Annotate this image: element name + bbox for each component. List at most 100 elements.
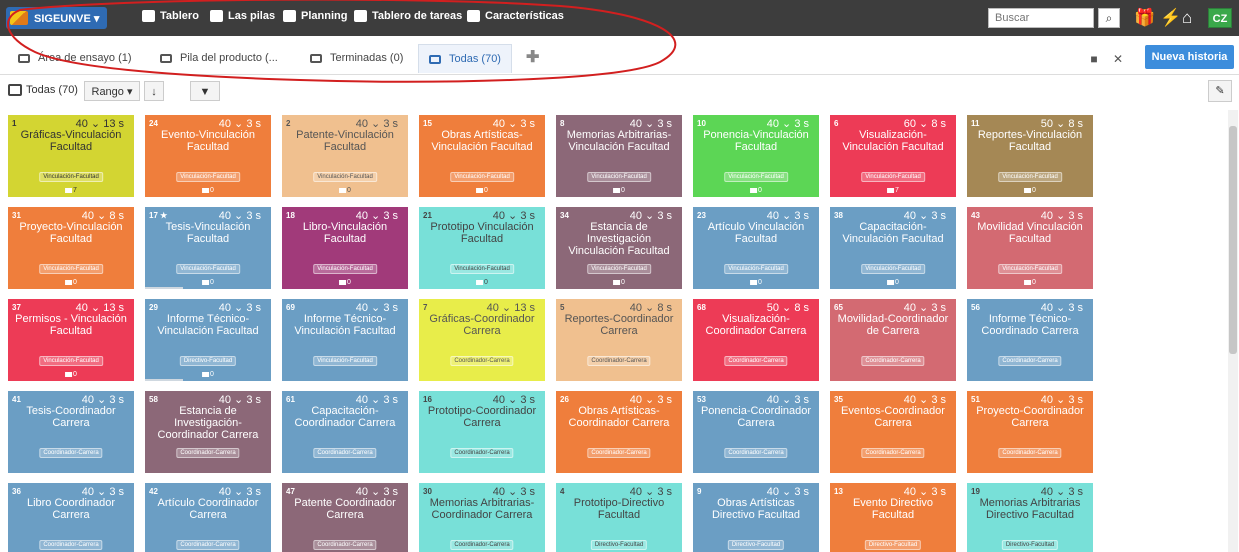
story-tag[interactable]: Vinculación-Facultad [724, 264, 788, 274]
avatar[interactable]: CZ [1208, 8, 1232, 28]
story-tag[interactable]: Vinculación-Facultad [450, 264, 514, 274]
story-tag[interactable]: Coordinador-Carrera [313, 448, 377, 458]
story-card[interactable]: 37 40 ⌄ 13 s Permisos - Vinculación Facult… [8, 299, 134, 381]
story-card[interactable]: 8 40 ⌄ 3 s Memorias Arbitrarias-Vinculació… [556, 115, 682, 197]
story-tag[interactable]: Vinculación-Facultad [313, 172, 377, 182]
story-tag[interactable]: Directivo-Facultad [1001, 540, 1059, 550]
story-tag[interactable]: Vinculación-Facultad [450, 172, 514, 182]
project-selector[interactable]: SIGEUNVE ▾ [6, 7, 108, 29]
nav-tablero[interactable]: Tablero [142, 10, 199, 22]
story-tag[interactable]: Vinculación-Facultad [587, 264, 651, 274]
story-tag[interactable]: Vinculación-Facultad [861, 264, 925, 274]
story-tag[interactable]: Coordinador-Carrera [450, 448, 514, 458]
story-tag[interactable]: Coordinador-Carrera [450, 540, 514, 550]
story-tag[interactable]: Vinculación-Facultad [313, 356, 377, 366]
story-tag[interactable]: Directivo-Facultad [179, 356, 237, 366]
story-card[interactable]: 31 40 ⌄ 8 s Proyecto-Vinculación Facultad V… [8, 207, 134, 289]
story-card[interactable]: 58 40 ⌄ 3 s Estancia de Investigación-Coor… [145, 391, 271, 473]
story-card[interactable]: 41 40 ⌄ 3 s Tesis-Coordinador Carrera Coord… [8, 391, 134, 473]
story-card[interactable]: 4 40 ⌄ 3 s Prototipo-Directivo Facultad Dir… [556, 483, 682, 552]
story-card[interactable]: 61 40 ⌄ 3 s Capacitación-Coordinador Carre… [282, 391, 408, 473]
nav-caracteristicas[interactable]: Características [467, 10, 564, 22]
story-card[interactable]: 10 40 ⌄ 3 s Ponencia-Vinculación Facultad V… [693, 115, 819, 197]
story-card[interactable]: 53 40 ⌄ 3 s Ponencia-Coordinador Carrera Co… [693, 391, 819, 473]
story-card[interactable]: 19 40 ⌄ 3 s Memorias Arbitrarias Directivo… [967, 483, 1093, 552]
story-tag[interactable]: Vinculación-Facultad [39, 172, 103, 182]
story-tag[interactable]: Coordinador-Carrera [998, 356, 1062, 366]
story-tag[interactable]: Vinculación-Facultad [998, 172, 1062, 182]
story-tag[interactable]: Vinculación-Facultad [587, 172, 651, 182]
story-tag[interactable]: Coordinador-Carrera [861, 448, 925, 458]
story-card[interactable]: 35 40 ⌄ 3 s Eventos-Coordinador Carrera Coo… [830, 391, 956, 473]
story-tag[interactable]: Coordinador-Carrera [724, 448, 788, 458]
collapse-icon[interactable]: ✕ [1109, 50, 1127, 68]
story-card[interactable]: 36 40 ⌄ 3 s Libro Coordinador Carrera Coord… [8, 483, 134, 552]
user-filter-icon[interactable]: ▼ [190, 81, 220, 101]
story-card[interactable]: 47 40 ⌄ 3 s Patente Coordinador Carrera Coo… [282, 483, 408, 552]
story-card[interactable]: 18 40 ⌄ 3 s Libro-Vinculación Facultad Vinc… [282, 207, 408, 289]
edit-icon[interactable]: ✎ [1208, 80, 1232, 102]
story-card[interactable]: 21 40 ⌄ 3 s Prototipo Vinculación Facultad… [419, 207, 545, 289]
range-dropdown[interactable]: Rango ▾ [84, 81, 140, 101]
story-card[interactable]: 13 40 ⌄ 3 s Evento Directivo Facultad Direc… [830, 483, 956, 552]
story-card[interactable]: 9 40 ⌄ 3 s Obras Artísticas Directivo Facu… [693, 483, 819, 552]
story-card[interactable]: 34 40 ⌄ 3 s Estancia de Investigación Vinc… [556, 207, 682, 289]
story-tag[interactable]: Vinculación-Facultad [39, 356, 103, 366]
story-tag[interactable]: Coordinador-Carrera [450, 356, 514, 366]
story-card[interactable]: 24 40 ⌄ 3 s Evento-Vinculación Facultad Vin… [145, 115, 271, 197]
story-tag[interactable]: Coordinador-Carrera [998, 448, 1062, 458]
tab-area-de-ensayo[interactable]: Área de ensayo (1) [18, 44, 132, 72]
bolt-icon[interactable]: ⚡ [1160, 9, 1181, 27]
story-tag[interactable]: Coordinador-Carrera [587, 356, 651, 366]
story-card[interactable]: 16 40 ⌄ 3 s Prototipo-Coordinador Carrera C… [419, 391, 545, 473]
story-card[interactable]: 68 50 ⌄ 8 s Visualización-Coordinador Carr… [693, 299, 819, 381]
story-tag[interactable]: Vinculación-Facultad [861, 172, 925, 182]
nav-planning[interactable]: Planning [283, 10, 347, 22]
nav-las-pilas[interactable]: Las pilas [210, 10, 275, 22]
story-tag[interactable]: Vinculación-Facultad [998, 264, 1062, 274]
story-tag[interactable]: Coordinador-Carrera [861, 356, 925, 366]
story-tag[interactable]: Directivo-Facultad [864, 540, 922, 550]
story-card[interactable]: 6 60 ⌄ 8 s Visualización-Vinculación Facul… [830, 115, 956, 197]
story-tag[interactable]: Coordinador-Carrera [176, 540, 240, 550]
nav-tablero-de-tareas[interactable]: Tablero de tareas [354, 10, 462, 22]
story-tag[interactable]: Directivo-Facultad [727, 540, 785, 550]
story-card[interactable]: 51 40 ⌄ 3 s Proyecto-Coordinador Carrera Co… [967, 391, 1093, 473]
card-view-icon[interactable]: ■ [1085, 50, 1103, 68]
story-card[interactable]: 29 40 ⌄ 3 s Informe Técnico-Vinculación Fa… [145, 299, 271, 381]
story-tag[interactable]: Directivo-Facultad [590, 540, 648, 550]
story-card[interactable]: 38 40 ⌄ 3 s Capacitación-Vinculación Facul… [830, 207, 956, 289]
story-card[interactable]: 17 ★ 40 ⌄ 3 s Tesis-Vinculación Facultad Vi… [145, 207, 271, 289]
story-card[interactable]: 23 40 ⌄ 3 s Artículo Vinculación Facultad V… [693, 207, 819, 289]
story-card[interactable]: 26 40 ⌄ 3 s Obras Artísticas-Coordinador C… [556, 391, 682, 473]
new-story-button[interactable]: Nueva historia [1145, 45, 1234, 69]
story-tag[interactable]: Coordinador-Carrera [176, 448, 240, 458]
tab-pila-del-producto[interactable]: Pila del producto (... [160, 44, 278, 72]
story-card[interactable]: 7 40 ⌄ 13 s Gráficas-Coordinador Carrera Co… [419, 299, 545, 381]
home-icon[interactable]: ⌂ [1182, 9, 1192, 27]
story-card[interactable]: 2 40 ⌄ 3 s Patente-Vinculación Facultad Vin… [282, 115, 408, 197]
story-tag[interactable]: Vinculación-Facultad [39, 264, 103, 274]
story-card[interactable]: 42 40 ⌄ 3 s Artículo Coordinador Carrera Co… [145, 483, 271, 552]
story-card[interactable]: 69 40 ⌄ 3 s Informe Técnico-Vinculación Fa… [282, 299, 408, 381]
search-icon[interactable]: ⌕ [1098, 8, 1120, 28]
story-card[interactable]: 65 40 ⌄ 3 s Movilidad-Coordinador de Carre… [830, 299, 956, 381]
add-tab-icon[interactable]: ✚ [526, 47, 539, 67]
story-tag[interactable]: Coordinador-Carrera [587, 448, 651, 458]
story-card[interactable]: 1 40 ⌄ 13 s Gráficas-Vinculación Facultad V… [8, 115, 134, 197]
story-tag[interactable]: Coordinador-Carrera [313, 540, 377, 550]
search-input[interactable] [988, 8, 1094, 28]
story-tag[interactable]: Vinculación-Facultad [313, 264, 377, 274]
story-tag[interactable]: Vinculación-Facultad [724, 172, 788, 182]
story-card[interactable]: 15 40 ⌄ 3 s Obras Artísticas-Vinculación F… [419, 115, 545, 197]
scrollbar-thumb[interactable] [1229, 126, 1237, 354]
story-tag[interactable]: Coordinador-Carrera [724, 356, 788, 366]
story-tag[interactable]: Coordinador-Carrera [39, 448, 103, 458]
story-tag[interactable]: Coordinador-Carrera [39, 540, 103, 550]
gift-icon[interactable]: 🎁 [1134, 9, 1155, 27]
story-tag[interactable]: Vinculación-Facultad [176, 264, 240, 274]
tab-terminadas[interactable]: Terminadas (0) [310, 44, 403, 72]
story-card[interactable]: 30 40 ⌄ 3 s Memorias Arbitrarias-Coordinad… [419, 483, 545, 552]
story-card[interactable]: 43 40 ⌄ 3 s Movilidad Vinculación Facultad… [967, 207, 1093, 289]
sort-icon[interactable]: ↓ [144, 81, 164, 101]
